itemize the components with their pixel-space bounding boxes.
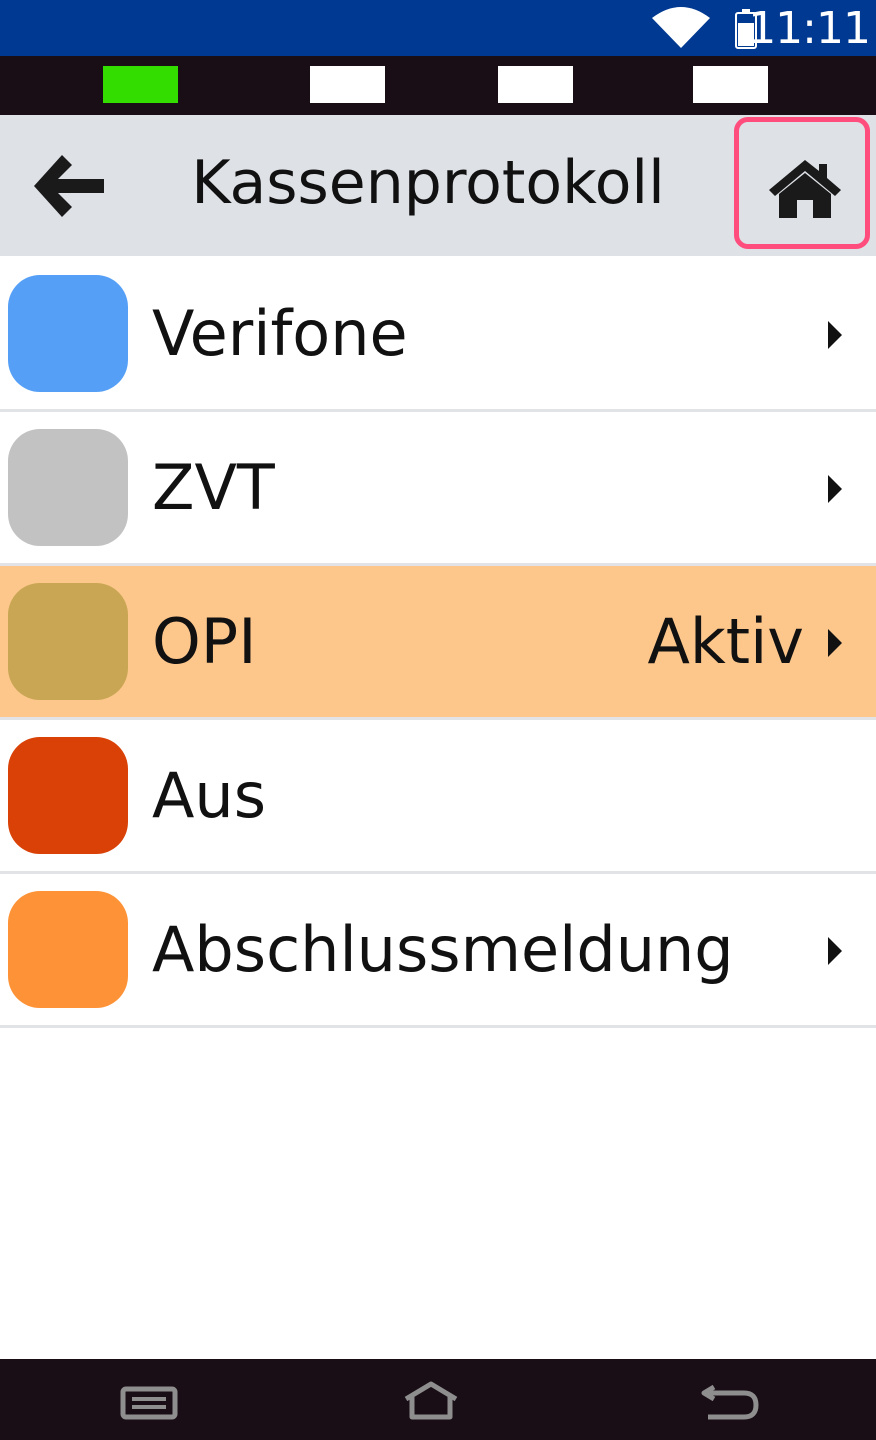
protocol-list: Verifone ZVT OPI Aktiv Aus Abschlussmeld…	[0, 258, 876, 1028]
list-item-opi[interactable]: OPI Aktiv	[0, 566, 876, 720]
color-swatch	[8, 429, 128, 546]
chevron-right-icon	[828, 629, 842, 657]
chevron-right-icon	[828, 937, 842, 965]
list-item-abschlussmeldung[interactable]: Abschlussmeldung	[0, 874, 876, 1028]
indicator-4	[693, 66, 768, 103]
system-nav-bar	[0, 1359, 876, 1440]
list-item-label: Aus	[152, 759, 267, 832]
list-item-label: Abschlussmeldung	[152, 913, 734, 986]
list-item-label: OPI	[152, 605, 257, 678]
back-button[interactable]	[20, 145, 120, 227]
color-swatch	[8, 891, 128, 1008]
status-bar: 11:11	[0, 0, 876, 56]
home-icon	[769, 160, 841, 218]
color-swatch	[8, 275, 128, 392]
indicator-3	[498, 66, 573, 103]
list-item-label: Verifone	[152, 297, 408, 370]
list-item-aus[interactable]: Aus	[0, 720, 876, 874]
color-swatch	[8, 737, 128, 854]
arrow-left-icon	[34, 155, 104, 217]
indicator-2	[310, 66, 385, 103]
home-button[interactable]	[734, 117, 870, 249]
chevron-right-icon	[828, 321, 842, 349]
title-bar: Kassenprotokoll	[0, 115, 876, 256]
clock: 11:11	[748, 3, 871, 54]
list-item-label: ZVT	[152, 451, 275, 524]
list-item-zvt[interactable]: ZVT	[0, 412, 876, 566]
list-item-verifone[interactable]: Verifone	[0, 258, 876, 412]
color-swatch	[8, 583, 128, 700]
recent-apps-icon[interactable]	[120, 1381, 178, 1421]
list-item-status: Aktiv	[647, 605, 804, 678]
indicator-strip	[0, 56, 876, 115]
indicator-1	[103, 66, 178, 103]
nav-back-icon[interactable]	[700, 1381, 762, 1423]
page-title: Kassenprotokoll	[191, 148, 665, 218]
wifi-icon	[652, 7, 710, 48]
chevron-right-icon	[828, 475, 842, 503]
nav-home-icon[interactable]	[402, 1381, 460, 1421]
